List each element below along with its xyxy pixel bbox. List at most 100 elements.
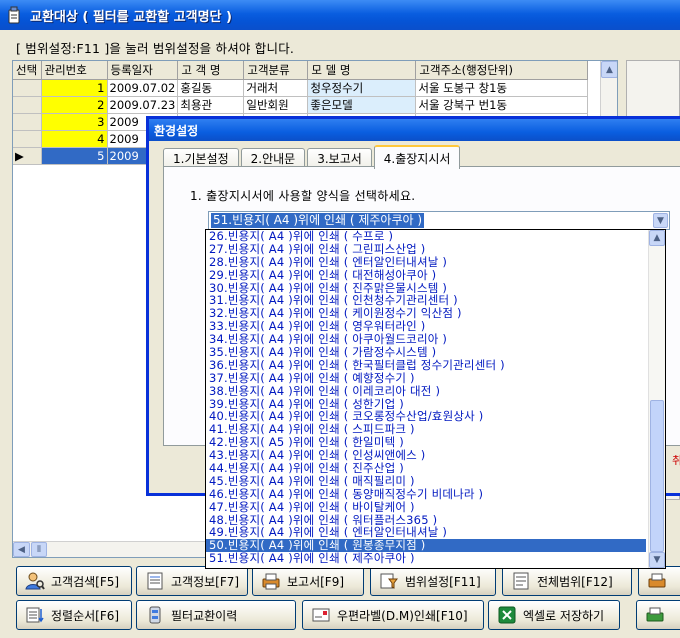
cell-model[interactable]: 청우정수기 <box>307 79 417 97</box>
dropdown-item[interactable]: 45.빈용지( A4 )위에 인쇄 ( 매직필리미 ) <box>206 475 646 488</box>
range-setting-label: 범위설정[F11] <box>405 574 481 589</box>
col-reg-date[interactable]: 등록일자 <box>107 61 179 80</box>
cell-name[interactable]: 홍길동 <box>177 79 245 97</box>
extra-button-partial[interactable] <box>636 600 680 630</box>
range-filter-icon <box>380 573 398 589</box>
sort-order-label: 정렬순서[F6] <box>51 608 120 623</box>
settings-dialog-title[interactable]: 환경설정 <box>149 119 680 141</box>
scroll-up-icon[interactable]: ▲ <box>601 61 617 78</box>
col-address[interactable]: 고객주소(행정단위) <box>415 61 589 80</box>
report-button[interactable]: 보고서[F9] <box>252 566 364 596</box>
filter-history-button[interactable]: 필터교환이력 <box>136 600 296 630</box>
dropdown-item[interactable]: 39.빈용지( A4 )위에 인쇄 ( 성한기업 ) <box>206 398 646 411</box>
customer-search-label: 고객검색[F5] <box>51 574 120 589</box>
cell-no[interactable]: 4 <box>41 130 108 148</box>
tab-notice[interactable]: 2.안내문 <box>240 148 306 168</box>
window-title-bar[interactable]: 교환대상 ( 필터를 교환할 고객명단 ) <box>0 0 680 30</box>
form-select-combo[interactable]: 51.빈용지( A4 )위에 인쇄 ( 제주아쿠아 ) ▼ <box>208 211 670 230</box>
dropdown-item[interactable]: 26.빈용지( A4 )위에 인쇄 ( 수프로 ) <box>206 230 646 243</box>
cell-name[interactable]: 최용관 <box>177 96 245 114</box>
cell-type[interactable]: 거래처 <box>243 79 309 97</box>
row-selector[interactable] <box>13 130 42 148</box>
dropdown-item[interactable]: 37.빈용지( A4 )위에 인쇄 ( 예향정수기 ) <box>206 372 646 385</box>
cell-no[interactable]: 5 <box>41 147 108 165</box>
dropdown-item[interactable]: 41.빈용지( A4 )위에 인쇄 ( 스피드파크 ) <box>206 423 646 436</box>
dropdown-item[interactable]: 44.빈용지( A4 )위에 인쇄 ( 진주산업 ) <box>206 462 646 475</box>
dropdown-item[interactable]: 50.빈용지( A4 )위에 인쇄 ( 원봉종무지점 ) <box>206 539 646 553</box>
customer-info-button[interactable]: 고객정보[F7] <box>136 566 248 596</box>
dropdown-item[interactable]: 33.빈용지( A4 )위에 인쇄 ( 영우워터라인 ) <box>206 320 646 333</box>
col-select[interactable]: 선택 <box>13 61 42 80</box>
tab-report[interactable]: 3.보고서 <box>307 148 372 168</box>
user-search-icon <box>25 572 45 590</box>
col-customer-type[interactable]: 고객분류 <box>243 61 309 80</box>
dropdown-item[interactable]: 46.빈용지( A4 )위에 인쇄 ( 동양매직정수기 비데나라 ) <box>206 488 646 501</box>
cancel-button-partial[interactable]: 취 <box>672 452 680 468</box>
full-range-button[interactable]: 전체범위[F12] <box>502 566 632 596</box>
sort-order-button[interactable]: 정렬순서[F6] <box>16 600 132 630</box>
cell-address[interactable]: 서울 도봉구 창1동 <box>415 79 589 97</box>
cell-model[interactable]: 좋은모델 <box>307 96 417 114</box>
row-selector[interactable] <box>13 113 42 131</box>
postal-label-button[interactable]: 우편라벨(D.M)인쇄[F10] <box>302 600 484 630</box>
dropdown-item[interactable]: 29.빈용지( A4 )위에 인쇄 ( 대전해성아쿠아 ) <box>206 269 646 282</box>
dropdown-item[interactable]: 27.빈용지( A4 )위에 인쇄 ( 그린피스산업 ) <box>206 243 646 256</box>
table-row[interactable]: 1 2009.07.02 홍길동 거래처 청우정수기 서울 도봉구 창1동 <box>13 79 589 97</box>
dropdown-item[interactable]: 40.빈용지( A4 )위에 인쇄 ( 코오롱정수산업/효원상사 ) <box>206 410 646 423</box>
row-selector-current[interactable]: ▶ <box>13 147 42 165</box>
cell-date[interactable]: 2009.07.23 <box>107 96 179 114</box>
dropdown-item[interactable]: 36.빈용지( A4 )위에 인쇄 ( 한국필터클럽 정수기관리센터 ) <box>206 359 646 372</box>
postal-label-label: 우편라벨(D.M)인쇄[F10] <box>337 608 468 623</box>
cell-no[interactable]: 3 <box>41 113 108 131</box>
dropdown-item[interactable]: 51.빈용지( A4 )위에 인쇄 ( 제주아쿠아 ) <box>206 552 646 565</box>
cell-no[interactable]: 2 <box>41 96 108 114</box>
scroll-down-icon[interactable]: ▼ <box>649 552 665 568</box>
full-range-label: 전체범위[F12] <box>537 574 613 589</box>
dropdown-item[interactable]: 47.빈용지( A4 )위에 인쇄 ( 바이탈케어 ) <box>206 501 646 514</box>
dropdown-scroll-thumb[interactable] <box>650 400 664 552</box>
dropdown-scrollbar[interactable]: ▲ ▼ <box>648 230 665 568</box>
cell-no[interactable]: 1 <box>41 79 108 97</box>
printer-icon <box>262 573 280 590</box>
row-selector[interactable] <box>13 96 42 114</box>
cell-type[interactable]: 일반회원 <box>243 96 309 114</box>
row-selector[interactable] <box>13 79 42 97</box>
dropdown-item[interactable]: 49.빈용지( A4 )위에 인쇄 ( 엔터알인터내셔날 ) <box>206 526 646 539</box>
cell-address[interactable]: 서울 강북구 번1동 <box>415 96 589 114</box>
range-hint: [ 범위설정:F11 ]을 눌러 범위설정을 하셔야 합니다. <box>16 41 295 56</box>
chevron-down-icon[interactable]: ▼ <box>653 213 668 228</box>
printer-icon <box>648 573 666 588</box>
dropdown-item[interactable]: 35.빈용지( A4 )위에 인쇄 ( 가람정수시스템 ) <box>206 346 646 359</box>
tab-dispatch-order[interactable]: 4.출장지시서 <box>373 145 461 169</box>
range-setting-button[interactable]: 범위설정[F11] <box>370 566 496 596</box>
dropdown-item[interactable]: 34.빈용지( A4 )위에 인쇄 ( 아쿠아월드코리아 ) <box>206 333 646 346</box>
col-customer-name[interactable]: 고 객 명 <box>177 61 245 80</box>
cell-date[interactable]: 2009.07.02 <box>107 79 179 97</box>
dropdown-item[interactable]: 48.빈용지( A4 )위에 인쇄 ( 워터플러스365 ) <box>206 514 646 527</box>
dropdown-item[interactable]: 31.빈용지( A4 )위에 인쇄 ( 인천청수기관리센터 ) <box>206 294 646 307</box>
excel-icon <box>498 606 516 624</box>
print-button-partial[interactable] <box>638 566 680 596</box>
app-icon <box>8 6 20 24</box>
tab-basic-settings[interactable]: 1.기본설정 <box>163 148 239 168</box>
dropdown-item[interactable]: 38.빈용지( A4 )위에 인쇄 ( 이레코리아 대전 ) <box>206 385 646 398</box>
table-row[interactable]: 2 2009.07.23 최용관 일반회원 좋은모델 서울 강북구 번1동 <box>13 96 589 114</box>
grid-horizontal-scrollbar[interactable]: ◀ ⦀ <box>13 541 213 557</box>
scroll-left-icon[interactable]: ◀ <box>13 542 30 557</box>
dropdown-item[interactable]: 30.빈용지( A4 )위에 인쇄 ( 진주맑은물시스템 ) <box>206 282 646 295</box>
form-select-prompt: 1. 출장지시서에 사용할 양식을 선택하세요. <box>190 189 416 203</box>
excel-save-button[interactable]: 엑셀로 저장하기 <box>488 600 620 630</box>
scroll-thumb[interactable]: ⦀ <box>31 542 47 557</box>
customer-search-button[interactable]: 고객검색[F5] <box>16 566 132 596</box>
dropdown-item[interactable]: 32.빈용지( A4 )위에 인쇄 ( 케이원정수기 익산점 ) <box>206 307 646 320</box>
window-title: 교환대상 ( 필터를 교환할 고객명단 ) <box>30 9 232 25</box>
col-manage-no[interactable]: 관리번호 <box>41 61 108 80</box>
form-select-dropdown[interactable]: 26.빈용지( A4 )위에 인쇄 ( 수프로 ) 27.빈용지( A4 )위에 … <box>205 229 666 569</box>
col-model[interactable]: 모 델 명 <box>307 61 417 80</box>
scroll-up-icon[interactable]: ▲ <box>649 230 665 246</box>
printer-icon <box>646 607 664 622</box>
dropdown-item[interactable]: 42.빈용지( A5 )위에 인쇄 ( 한일미텍 ) <box>206 436 646 449</box>
settings-tabs: 1.기본설정 2.안내문 3.보고서 4.출장지시서 <box>163 145 462 169</box>
dropdown-item[interactable]: 28.빈용지( A4 )위에 인쇄 ( 엔터알인터내셔날 ) <box>206 256 646 269</box>
dropdown-item[interactable]: 43.빈용지( A4 )위에 인쇄 ( 인성씨앤에스 ) <box>206 449 646 462</box>
